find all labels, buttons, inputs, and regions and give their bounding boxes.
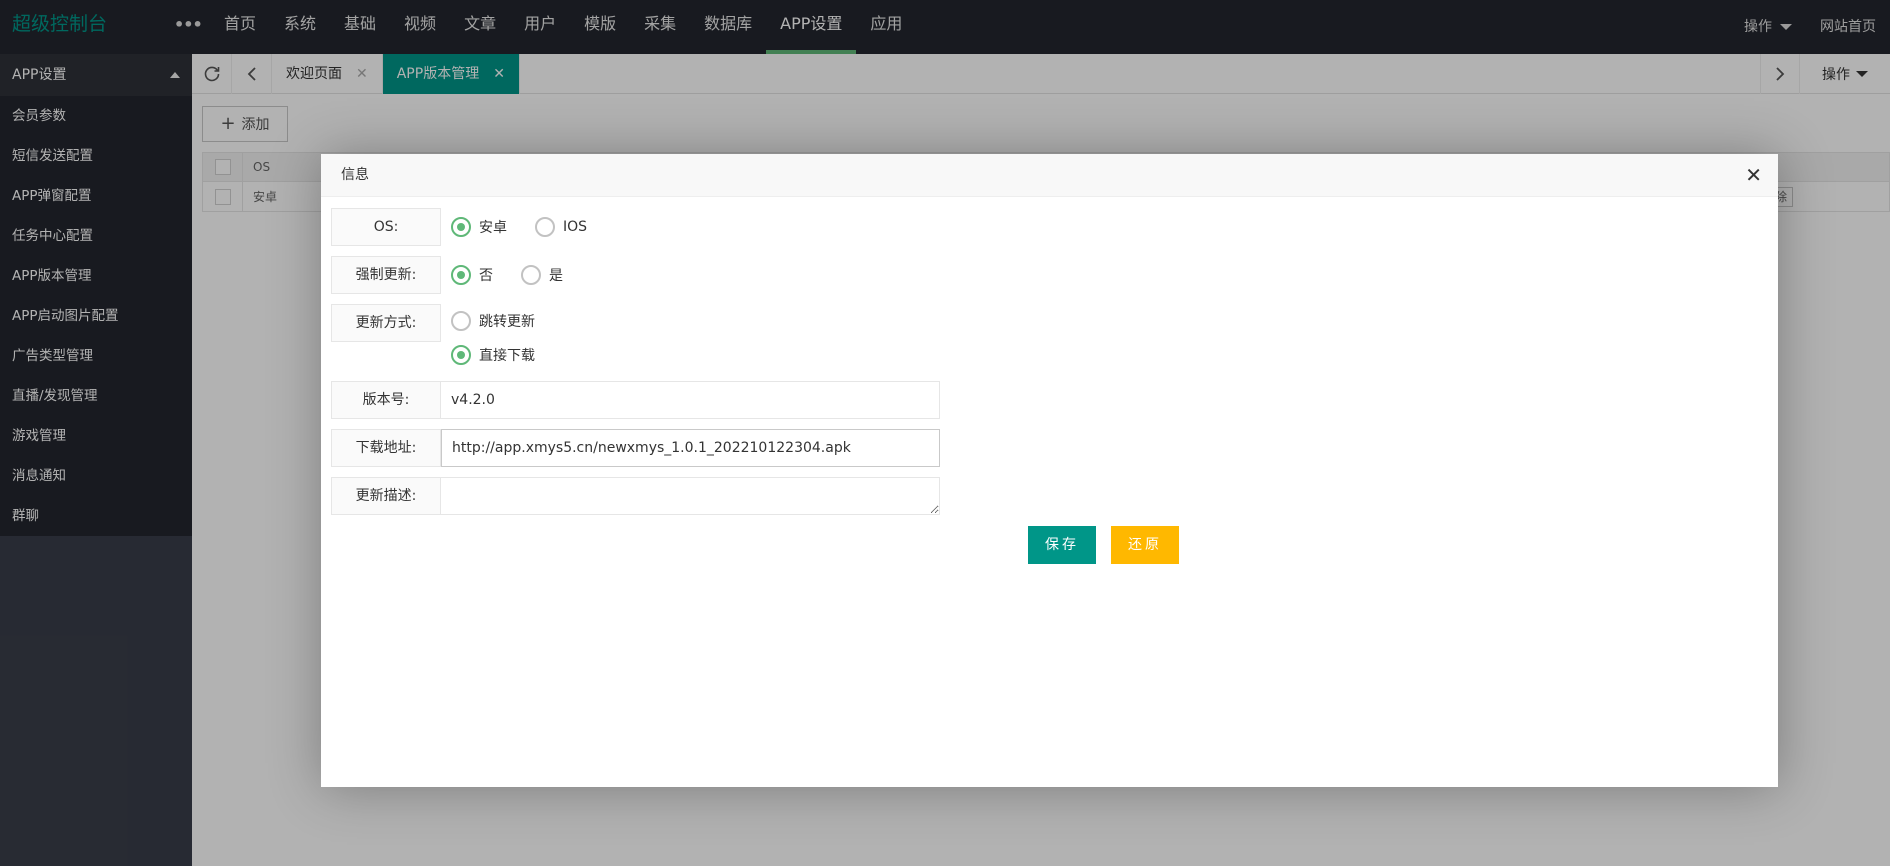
radio-label: 是 [549,268,563,284]
radio-unchecked-icon [451,311,471,331]
description-row: 更新描述: [331,477,940,515]
download-url-input[interactable] [441,429,940,467]
description-textarea[interactable] [441,477,940,515]
radio-unchecked-icon [521,265,541,285]
radio-label: 直接下载 [479,348,535,364]
os-radio-ios[interactable]: IOS [535,208,587,246]
save-button[interactable]: 保存 [1028,526,1096,564]
radio-label: 安卓 [479,220,507,236]
radio-label: IOS [563,219,588,235]
dialog-title: 信息 [341,167,369,183]
radio-checked-icon [451,345,471,365]
update-method-options: 跳转更新 直接下载 [441,304,941,372]
radio-label: 跳转更新 [479,314,535,330]
radio-label: 否 [479,268,493,284]
close-icon[interactable]: ✕ [1745,154,1762,197]
version-input[interactable] [441,381,940,419]
force-update-radio-yes[interactable]: 是 [521,256,563,294]
radio-checked-icon [451,265,471,285]
force-update-options: 否 是 [441,256,941,294]
version-row: 版本号: [331,381,940,419]
force-update-radio-no[interactable]: 否 [451,256,493,294]
update-method-radio-redirect[interactable]: 跳转更新 [451,304,913,338]
download-url-label: 下载地址: [331,429,441,467]
update-method-radio-direct[interactable]: 直接下载 [451,338,913,372]
version-label: 版本号: [331,381,441,419]
update-method-row: 更新方式: 跳转更新 直接下载 [331,304,941,372]
reset-button[interactable]: 还原 [1111,526,1179,564]
force-update-row: 强制更新: 否 是 [331,256,941,294]
os-options: 安卓 IOS [441,208,941,246]
description-label: 更新描述: [331,477,441,515]
update-method-label: 更新方式: [331,304,441,342]
dialog-header: 信息 ✕ [321,154,1778,197]
os-label: OS: [331,208,441,246]
force-update-label: 强制更新: [331,256,441,294]
os-radio-android[interactable]: 安卓 [451,208,507,246]
radio-checked-icon [451,217,471,237]
radio-unchecked-icon [535,217,555,237]
os-row: OS: 安卓 IOS [331,208,941,246]
download-url-row: 下载地址: [331,429,940,467]
info-dialog: 信息 ✕ OS: 安卓 IOS 强制更新: 否 是 更新方式: 跳转更新 直接下… [321,154,1778,787]
